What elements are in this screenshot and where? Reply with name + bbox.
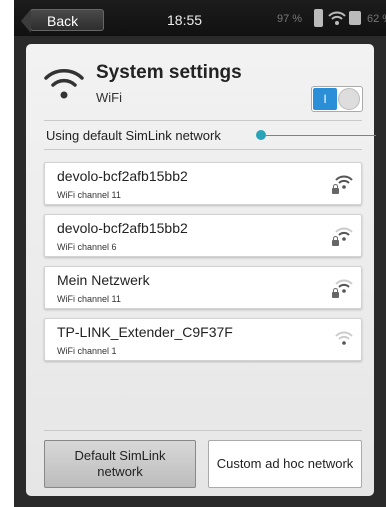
wifi-signal-icon (335, 226, 353, 247)
wifi-signal-icon (335, 174, 353, 195)
toggle-knob (338, 88, 360, 110)
network-item[interactable]: devolo-bcf2afb15bb2 WiFi channel 11 (44, 162, 362, 205)
page-title: System settings (96, 62, 242, 83)
page-subtitle: WiFi (96, 90, 122, 105)
network-channel: WiFi channel 11 (57, 190, 121, 200)
network-name: Mein Netzwerk (57, 272, 150, 288)
phone-icon (314, 9, 323, 27)
divider (44, 120, 362, 121)
network-list: devolo-bcf2afb15bb2 WiFi channel 11 devo… (44, 162, 362, 370)
wifi-signal-icon (335, 278, 353, 299)
wifi-toggle[interactable]: I (311, 86, 363, 112)
status-bar: Back 18:55 97 % 62 % (14, 0, 386, 36)
custom-ad-hoc-network-button[interactable]: Custom ad hoc network (208, 440, 362, 488)
divider (44, 149, 362, 150)
network-item[interactable]: Mein Netzwerk WiFi channel 11 (44, 266, 362, 309)
network-item[interactable]: TP-LINK_Extender_C9F37F WiFi channel 1 (44, 318, 362, 361)
wifi-icon (328, 10, 346, 31)
network-item[interactable]: devolo-bcf2afb15bb2 WiFi channel 6 (44, 214, 362, 257)
divider (44, 430, 362, 431)
device-screen: Back 18:55 97 % 62 % System settings WiF… (14, 0, 386, 507)
clock: 18:55 (167, 12, 203, 28)
network-name: devolo-bcf2afb15bb2 (57, 168, 188, 184)
toggle-on-label: I (313, 88, 337, 110)
network-channel: WiFi channel 6 (57, 242, 117, 252)
settings-panel: System settings WiFi I Using default Sim… (26, 44, 376, 496)
battery-percentage: 97 % (277, 13, 303, 25)
default-simlink-network-button[interactable]: Default SimLink network (44, 440, 196, 488)
network-name: TP-LINK_Extender_C9F37F (57, 324, 233, 340)
wifi-icon (44, 66, 84, 107)
network-name: devolo-bcf2afb15bb2 (57, 220, 188, 236)
back-button[interactable]: Back (21, 9, 104, 33)
wifi-signal-icon (335, 330, 353, 351)
status-indicator-dot (256, 130, 266, 140)
network-channel: WiFi channel 11 (57, 294, 121, 304)
sim-icon (349, 11, 361, 25)
status-indicator-line (266, 135, 376, 136)
network-channel: WiFi channel 1 (57, 346, 117, 356)
network-status-text: Using default SimLink network (46, 128, 221, 143)
signal-percentage: 62 % (367, 13, 386, 25)
